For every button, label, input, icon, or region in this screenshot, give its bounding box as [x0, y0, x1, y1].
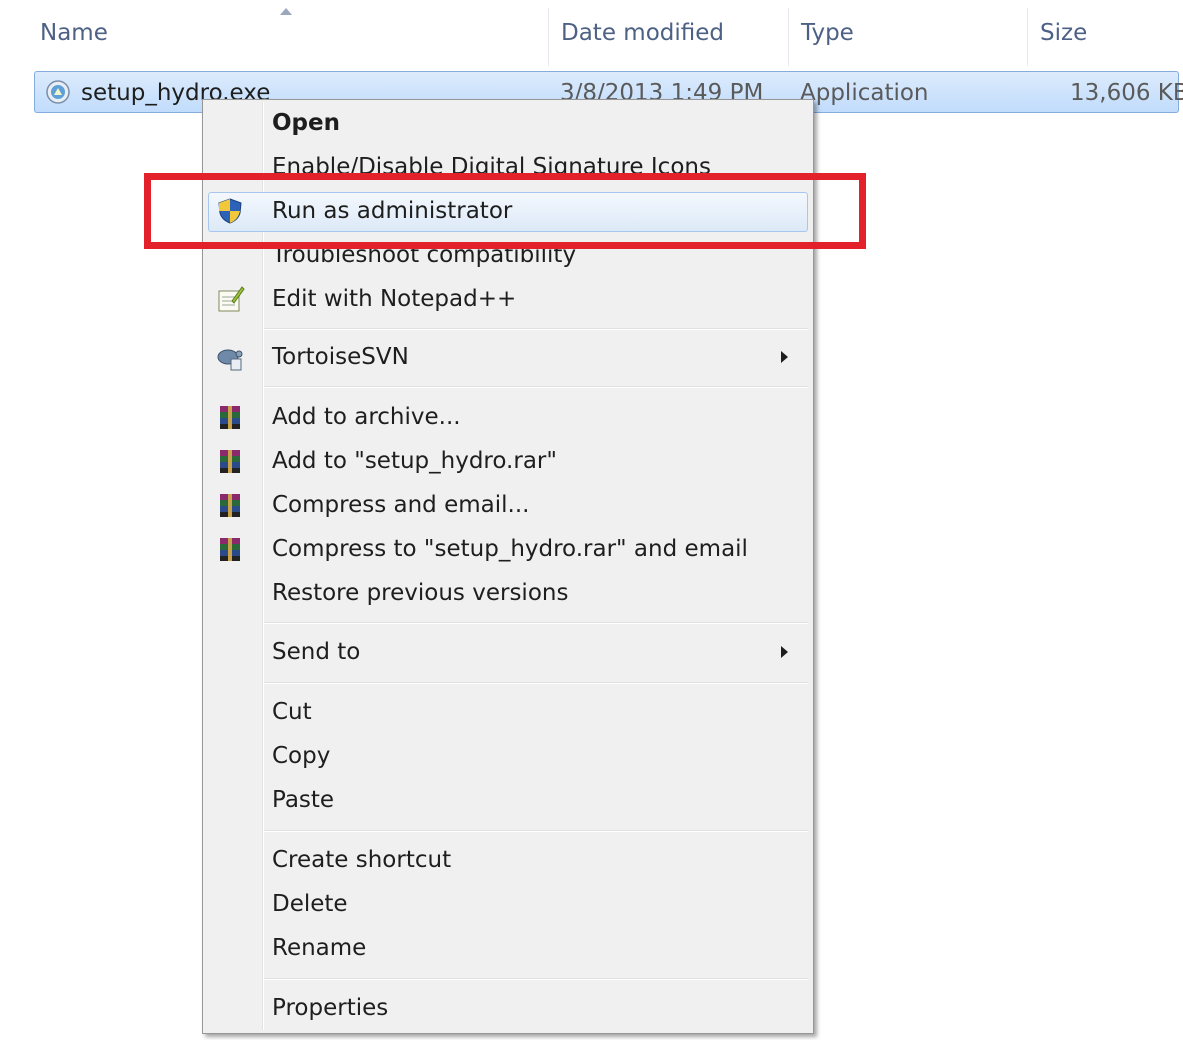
menu-item-label: Compress and email... [272, 492, 530, 518]
menu-item-cut[interactable]: Cut [203, 692, 813, 732]
menu-item-compress-rar-email[interactable]: Compress to "setup_hydro.rar" and email [203, 529, 813, 569]
menu-item-label: Rename [272, 935, 367, 961]
menu-item-label: Open [272, 110, 340, 136]
menu-item-label: Add to "setup_hydro.rar" [272, 448, 557, 474]
menu-item-label: Compress to "setup_hydro.rar" and email [272, 536, 748, 562]
column-type[interactable]: Type [801, 20, 854, 46]
winrar-icon [220, 450, 240, 473]
menu-separator [264, 978, 808, 980]
submenu-arrow-icon [781, 646, 788, 658]
file-size: 13,606 KB [1070, 80, 1183, 106]
menu-item-paste[interactable]: Paste [203, 780, 813, 820]
column-size[interactable]: Size [1040, 20, 1087, 46]
menu-item-label: Delete [272, 891, 348, 917]
menu-item-open[interactable]: Open [203, 103, 813, 143]
menu-item-label: Restore previous versions [272, 580, 569, 606]
tortoise-svn-icon [217, 349, 243, 371]
highlight-annotation-box [144, 173, 866, 249]
column-header: Name Date modified Type Size [0, 0, 1183, 66]
menu-item-label: Send to [272, 639, 361, 665]
winrar-icon [220, 494, 240, 517]
menu-item-label: Add to archive... [272, 404, 461, 430]
menu-item-label: Properties [272, 995, 389, 1021]
column-name[interactable]: Name [40, 20, 108, 46]
column-divider[interactable] [788, 8, 789, 66]
column-divider[interactable] [548, 8, 549, 66]
menu-item-edit-notepadpp[interactable]: Edit with Notepad++ [203, 279, 813, 319]
sort-ascending-icon [280, 8, 292, 15]
menu-item-delete[interactable]: Delete [203, 884, 813, 924]
menu-item-properties[interactable]: Properties [203, 988, 813, 1028]
menu-item-add-to-archive[interactable]: Add to archive... [203, 397, 813, 437]
menu-separator [264, 830, 808, 832]
menu-separator [264, 622, 808, 624]
menu-item-create-shortcut[interactable]: Create shortcut [203, 840, 813, 880]
submenu-arrow-icon [781, 351, 788, 363]
menu-item-rename[interactable]: Rename [203, 928, 813, 968]
menu-item-label: Paste [272, 787, 335, 813]
menu-item-label: Cut [272, 699, 312, 725]
winrar-icon [220, 406, 240, 429]
menu-separator [264, 328, 808, 330]
menu-item-send-to[interactable]: Send to [203, 632, 813, 672]
menu-item-label: Create shortcut [272, 847, 452, 873]
menu-separator [264, 386, 808, 388]
menu-item-compress-email[interactable]: Compress and email... [203, 485, 813, 525]
menu-item-label: Edit with Notepad++ [272, 286, 517, 312]
notepad-plus-plus-icon [218, 286, 245, 312]
menu-item-label: TortoiseSVN [272, 344, 409, 370]
column-date-modified[interactable]: Date modified [561, 20, 724, 46]
menu-item-label: Copy [272, 743, 331, 769]
file-type: Application [800, 80, 929, 106]
menu-item-tortoisesvn[interactable]: TortoiseSVN [203, 337, 813, 377]
menu-item-restore-previous[interactable]: Restore previous versions [203, 573, 813, 613]
column-divider[interactable] [1027, 8, 1028, 66]
menu-item-add-to-rar[interactable]: Add to "setup_hydro.rar" [203, 441, 813, 481]
winrar-icon [220, 538, 240, 561]
menu-item-copy[interactable]: Copy [203, 736, 813, 776]
menu-separator [264, 682, 808, 684]
setup-installer-icon [46, 80, 70, 104]
